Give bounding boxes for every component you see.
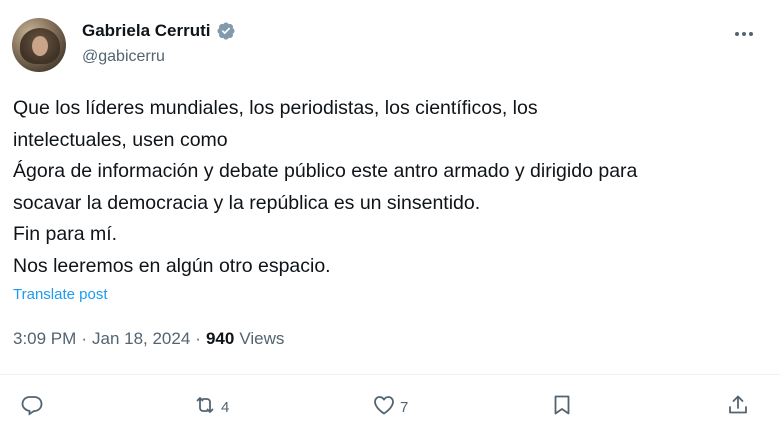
retweet-button[interactable]: 4 — [193, 393, 229, 421]
views-count: 940 — [205, 329, 235, 348]
tweet-text-line: Fin para mí. — [13, 223, 118, 245]
tweet-date[interactable]: Jan 18, 2024 — [92, 329, 190, 349]
like-icon — [372, 393, 396, 421]
avatar[interactable] — [12, 18, 66, 72]
views-label: Views — [239, 329, 285, 348]
author-name-row: Gabriela Cerruti — [82, 21, 236, 41]
more-options-icon[interactable] — [732, 22, 756, 46]
share-button[interactable] — [726, 393, 750, 421]
tweet-text-line: Ágora de información y debate público es… — [13, 160, 638, 182]
tweet-text-line: intelectuales, usen como — [13, 128, 228, 151]
divider — [0, 374, 780, 375]
action-bar: 4 7 — [0, 385, 780, 429]
tweet-text-line: Que los líderes mundiales, los periodist… — [13, 97, 538, 119]
like-button[interactable]: 7 — [372, 393, 408, 421]
retweet-icon — [193, 393, 217, 421]
like-count: 7 — [400, 398, 409, 416]
retweet-count: 4 — [221, 398, 230, 416]
meta-separator: · — [195, 329, 201, 348]
tweet-meta: 3:09 PM · Jan 18, 2024 · 940 Views — [13, 329, 284, 349]
tweet-text-line: Nos leeremos en algún otro espacio. — [13, 254, 331, 277]
author-display-name[interactable]: Gabriela Cerruti — [82, 21, 211, 41]
meta-separator: · — [81, 329, 87, 348]
author-handle[interactable]: @gabicerru — [82, 48, 165, 66]
bookmark-button[interactable] — [550, 393, 574, 421]
translate-post-link[interactable]: Translate post — [13, 286, 108, 303]
tweet-text: Que los líderes mundiales, los periodist… — [13, 93, 768, 282]
tweet-text-line: socavar la democracia y la república es … — [13, 191, 481, 214]
verified-badge-icon — [216, 21, 236, 41]
reply-button[interactable] — [20, 393, 48, 421]
tweet-card: Gabriela Cerruti @gabicerru Que los líde… — [0, 0, 780, 437]
reply-icon — [20, 393, 44, 421]
tweet-time[interactable]: 3:09 PM — [13, 329, 76, 349]
share-icon — [726, 393, 750, 421]
avatar-face — [32, 36, 48, 56]
bookmark-icon — [550, 393, 574, 421]
